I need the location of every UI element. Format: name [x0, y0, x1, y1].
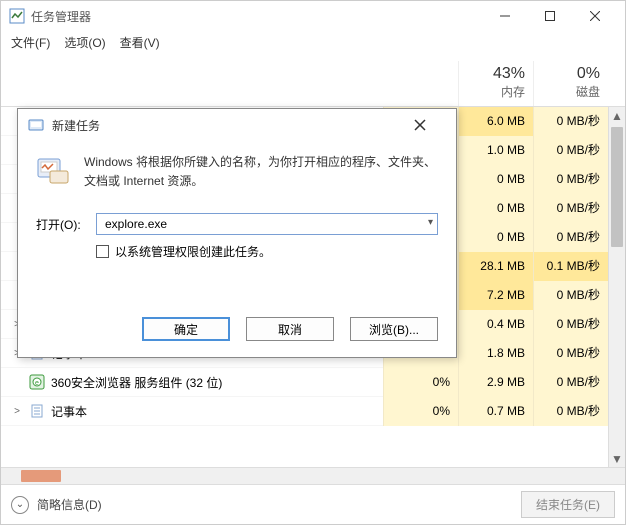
content-area: 43% 内存 0% 磁盘 6.0 MB0 MB/秒1.0 MB0 MB/秒0 M…	[1, 53, 625, 524]
scroll-up-icon[interactable]: ▲	[609, 107, 625, 124]
dialog-close-button[interactable]	[414, 119, 446, 131]
close-button[interactable]	[572, 1, 617, 31]
cell-cpu: 0%	[383, 397, 458, 426]
open-label: 打开(O):	[36, 216, 86, 233]
dialog-description: Windows 将根据你所键入的名称，为你打开相应的程序、文件夹、文档或 Int…	[84, 153, 438, 191]
ok-button[interactable]: 确定	[142, 317, 230, 341]
table-row[interactable]: > 记事本 0%0.7 MB0 MB/秒	[1, 397, 625, 426]
cell-name: > 记事本	[1, 403, 383, 420]
cell-name: e 360安全浏览器 服务组件 (32 位)	[1, 374, 383, 391]
cell-memory: 1.0 MB	[458, 136, 533, 165]
cell-disk: 0 MB/秒	[533, 165, 608, 194]
browse-button[interactable]: 浏览(B)...	[350, 317, 438, 341]
dropdown-icon[interactable]: ▾	[428, 217, 433, 228]
cell-memory: 28.1 MB	[458, 252, 533, 281]
col-memory-header[interactable]: 43% 内存	[458, 61, 533, 106]
cell-memory: 0 MB	[458, 165, 533, 194]
dialog-title: 新建任务	[52, 117, 406, 134]
open-row: 打开(O): ▾	[36, 213, 438, 235]
process-icon	[29, 403, 45, 419]
cell-disk: 0 MB/秒	[533, 107, 608, 136]
cell-cpu: 0%	[383, 368, 458, 397]
brief-label: 简略信息(D)	[37, 496, 102, 513]
h-scroll-thumb[interactable]	[21, 470, 61, 482]
col-disk-header[interactable]: 0% 磁盘	[533, 61, 608, 106]
menu-options[interactable]: 选项(O)	[64, 34, 105, 51]
horizontal-scrollbar[interactable]	[1, 467, 625, 484]
process-icon: e	[29, 374, 45, 390]
minimize-button[interactable]	[482, 1, 527, 31]
scroll-thumb[interactable]	[611, 127, 623, 247]
maximize-button[interactable]	[527, 1, 572, 31]
app-icon	[9, 8, 25, 24]
admin-label: 以系统管理权限创建此任务。	[115, 243, 271, 260]
footer: ⌄ 简略信息(D) 结束任务(E)	[1, 484, 625, 524]
cell-disk: 0 MB/秒	[533, 339, 608, 368]
new-task-dialog: 新建任务 Windows 将根据你所键入的名称，为你打开相应	[17, 108, 457, 358]
titlebar: 任务管理器	[1, 1, 625, 31]
cell-disk: 0 MB/秒	[533, 310, 608, 339]
cell-memory: 0 MB	[458, 194, 533, 223]
cell-disk: 0 MB/秒	[533, 223, 608, 252]
menu-view[interactable]: 查看(V)	[120, 34, 160, 51]
cell-memory: 0.7 MB	[458, 397, 533, 426]
expander-icon[interactable]: >	[11, 406, 23, 417]
disk-label: 磁盘	[542, 83, 600, 100]
cell-memory: 0 MB	[458, 223, 533, 252]
cell-memory: 7.2 MB	[458, 281, 533, 310]
dialog-titlebar: 新建任务	[18, 109, 456, 141]
menu-file[interactable]: 文件(F)	[11, 34, 50, 51]
dialog-buttons: 确定 取消 浏览(B)...	[18, 301, 456, 357]
cell-disk: 0 MB/秒	[533, 397, 608, 426]
admin-checkbox-row[interactable]: 以系统管理权限创建此任务。	[96, 243, 438, 260]
cell-memory: 0.4 MB	[458, 310, 533, 339]
chevron-down-icon: ⌄	[11, 496, 29, 514]
table-header: 43% 内存 0% 磁盘	[1, 53, 625, 107]
scroll-down-icon[interactable]: ▼	[609, 450, 625, 467]
memory-percent: 43%	[467, 65, 525, 83]
end-task-button[interactable]: 结束任务(E)	[521, 491, 615, 518]
menubar: 文件(F) 选项(O) 查看(V)	[1, 31, 625, 53]
window-title: 任务管理器	[31, 8, 482, 25]
open-input[interactable]	[103, 216, 431, 232]
table-row[interactable]: e 360安全浏览器 服务组件 (32 位) 0%2.9 MB0 MB/秒	[1, 368, 625, 397]
cell-disk: 0 MB/秒	[533, 281, 608, 310]
disk-percent: 0%	[542, 65, 600, 83]
cell-memory: 1.8 MB	[458, 339, 533, 368]
svg-text:e: e	[35, 380, 39, 387]
cell-memory: 6.0 MB	[458, 107, 533, 136]
cell-disk: 0 MB/秒	[533, 194, 608, 223]
run-dialog-icon	[28, 117, 44, 133]
dialog-description-row: Windows 将根据你所键入的名称，为你打开相应的程序、文件夹、文档或 Int…	[36, 153, 438, 191]
vertical-scrollbar[interactable]: ▲ ▼	[608, 107, 625, 467]
memory-label: 内存	[467, 83, 525, 100]
cell-memory: 2.9 MB	[458, 368, 533, 397]
cancel-button[interactable]: 取消	[246, 317, 334, 341]
open-combobox[interactable]: ▾	[96, 213, 438, 235]
process-name: 360安全浏览器 服务组件 (32 位)	[51, 374, 222, 391]
cell-disk: 0 MB/秒	[533, 136, 608, 165]
cell-disk: 0 MB/秒	[533, 368, 608, 397]
process-name: 记事本	[51, 403, 87, 420]
brief-toggle[interactable]: ⌄ 简略信息(D)	[11, 496, 511, 514]
window-controls	[482, 1, 617, 31]
dialog-body: Windows 将根据你所键入的名称，为你打开相应的程序、文件夹、文档或 Int…	[18, 141, 456, 301]
run-icon	[36, 153, 70, 187]
admin-checkbox[interactable]	[96, 245, 109, 258]
task-manager-window: 任务管理器 文件(F) 选项(O) 查看(V) 43% 内存 0% 磁盘	[0, 0, 626, 525]
cell-disk: 0.1 MB/秒	[533, 252, 608, 281]
